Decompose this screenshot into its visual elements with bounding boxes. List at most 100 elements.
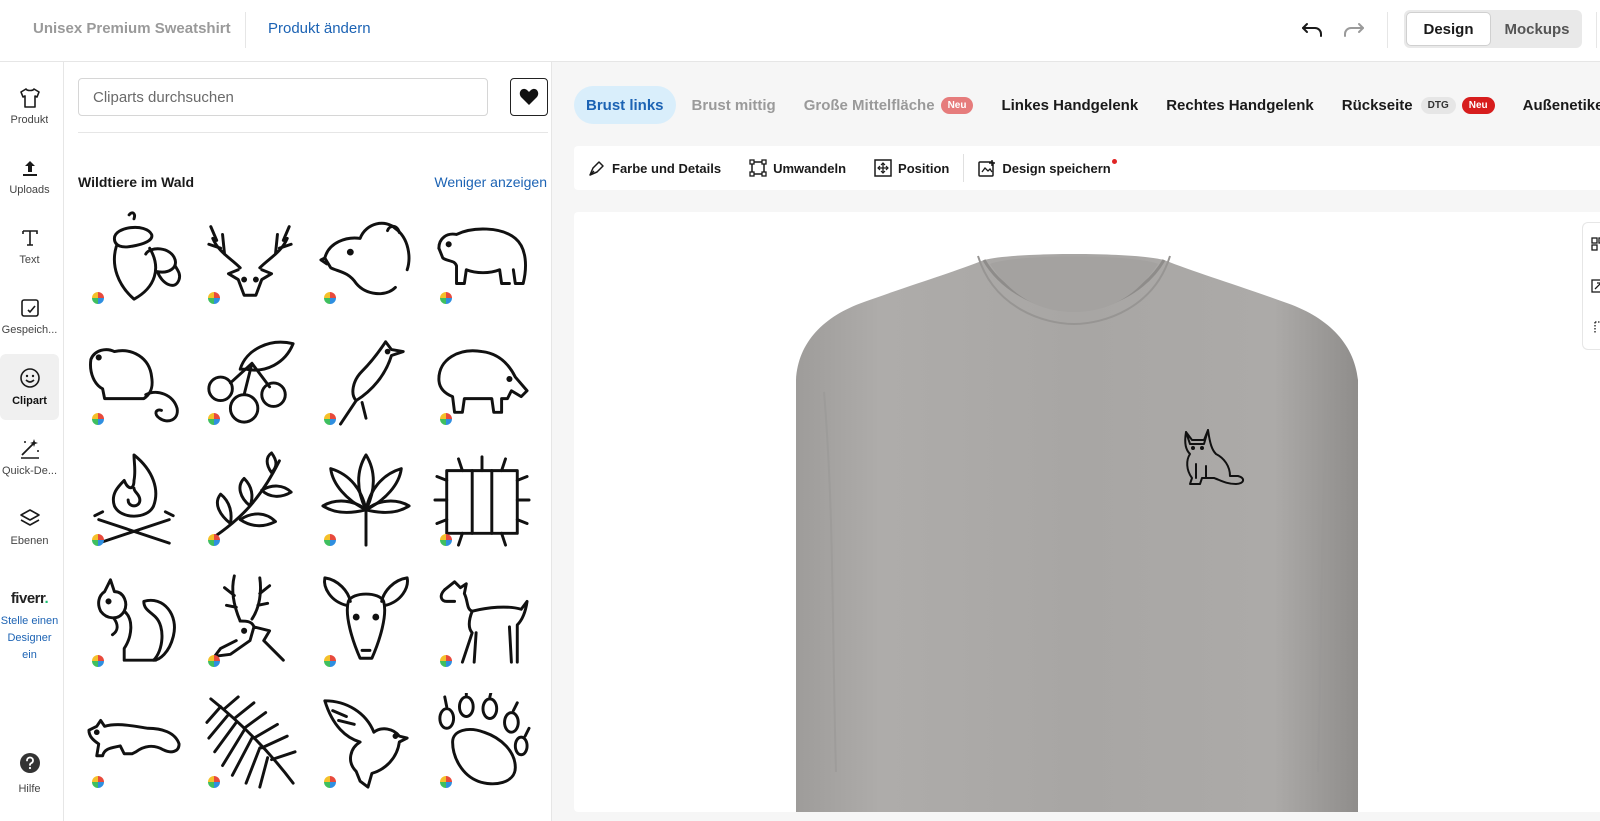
sweatshirt-mockup — [796, 254, 1358, 812]
clipart-grid — [82, 206, 542, 811]
mode-toggle: Design Mockups — [1404, 10, 1582, 48]
rail-item-quick-design[interactable]: Quick-De... — [0, 424, 59, 490]
color-badge-icon — [92, 292, 104, 304]
color-badge-icon — [324, 534, 336, 546]
tab-outer-label[interactable]: Außenetikett — [1511, 86, 1600, 124]
clipart-berries[interactable] — [198, 327, 302, 431]
clipart-acorn[interactable] — [82, 206, 186, 310]
redo-button[interactable] — [1340, 16, 1368, 44]
position-button[interactable]: Position — [860, 146, 963, 190]
clipart-chestnut[interactable] — [430, 448, 534, 552]
color-badge-icon — [440, 655, 452, 667]
rail-item-product[interactable]: Produkt — [0, 74, 59, 140]
undo-icon — [1302, 23, 1322, 37]
clipart-chestnut-leaf[interactable] — [314, 448, 418, 552]
text-icon — [21, 230, 38, 246]
clipart-fern[interactable] — [198, 690, 302, 794]
help-icon — [19, 753, 40, 773]
clipart-bird[interactable] — [314, 327, 418, 431]
clipart-fawn[interactable] — [430, 569, 534, 673]
clipart-deer-face[interactable] — [314, 569, 418, 673]
guides-button[interactable] — [1583, 307, 1600, 349]
color-badge-icon — [208, 655, 220, 667]
color-badge-icon — [440, 413, 452, 425]
tab-right-wrist[interactable]: Rechtes Handgelenk — [1154, 86, 1326, 124]
tab-back[interactable]: Rückseite DTG Neu — [1330, 86, 1507, 124]
clipart-stag[interactable] — [198, 569, 302, 673]
clipart-bear-head[interactable] — [314, 206, 418, 310]
expand-button[interactable] — [1583, 265, 1600, 307]
clipart-paw-print[interactable] — [430, 690, 534, 794]
rail-item-uploads[interactable]: Uploads — [0, 144, 59, 210]
layers-icon — [19, 509, 40, 526]
new-badge: Neu — [1461, 96, 1495, 114]
rail-label: Uploads — [9, 184, 50, 196]
color-badge-icon — [440, 776, 452, 788]
clipart-panel: Wildtiere im Wald Weniger anzeigen — [64, 62, 552, 821]
help-button[interactable]: Hilfe — [0, 752, 59, 795]
canvas-side-tools — [1582, 222, 1600, 350]
design-mode-button[interactable]: Design — [1406, 12, 1491, 46]
tab-center-chest[interactable]: Brust mittig — [680, 86, 788, 124]
fiverr-logo: fiverr. — [10, 590, 49, 607]
rail-item-clipart[interactable]: Clipart — [0, 354, 59, 420]
transform-button[interactable]: Umwandeln — [735, 146, 860, 190]
change-product-link[interactable]: Produkt ändern — [268, 20, 371, 37]
clipart-bear[interactable] — [430, 206, 534, 310]
clipart-marten[interactable] — [82, 690, 186, 794]
rail-item-saved[interactable]: Gespeich... — [0, 284, 59, 350]
new-badge: Neu — [940, 96, 974, 114]
saved-icon — [20, 299, 39, 317]
mockups-mode-button[interactable]: Mockups — [1494, 12, 1580, 46]
color-badge-icon — [324, 413, 336, 425]
grid-icon — [1591, 237, 1600, 251]
rail-label: Text — [19, 254, 40, 266]
sparkle-icon — [20, 439, 39, 459]
clipart-branch[interactable] — [198, 448, 302, 552]
color-badge-icon — [208, 292, 220, 304]
product-canvas — [574, 212, 1600, 812]
show-less-link[interactable]: Weniger anzeigen — [434, 174, 547, 190]
color-details-button[interactable]: Farbe und Details — [574, 146, 735, 190]
redo-icon — [1344, 23, 1364, 37]
color-badge-icon — [324, 655, 336, 667]
product-name: Unisex Premium Sweatshirt — [33, 20, 231, 37]
heart-icon — [519, 88, 539, 105]
clipart-search-input[interactable] — [78, 78, 488, 116]
clipart-squirrel[interactable] — [82, 569, 186, 673]
placement-tabs: Brust links Brust mittig Große Mittelflä… — [574, 86, 1600, 124]
hire-designer-link[interactable]: Stelle einen Designer ein — [0, 613, 59, 664]
save-design-button[interactable]: Design speichern — [964, 146, 1124, 190]
color-badge-icon — [324, 776, 336, 788]
color-badge-icon — [92, 776, 104, 788]
tshirt-icon — [19, 88, 40, 108]
clipart-campfire[interactable] — [82, 448, 186, 552]
fiverr-promo: fiverr. Stelle einen Designer ein — [0, 590, 59, 664]
clipart-boar[interactable] — [430, 327, 534, 431]
color-badge-icon — [324, 292, 336, 304]
tab-large-center[interactable]: Große Mittelfläche Neu — [792, 86, 986, 124]
editor-area: Brust links Brust mittig Große Mittelflä… — [552, 62, 1600, 821]
rail-item-text[interactable]: Text — [0, 214, 59, 280]
clipart-antlers[interactable] — [198, 206, 302, 310]
help-label: Hilfe — [18, 783, 41, 795]
undo-button[interactable] — [1298, 16, 1326, 44]
transform-icon — [749, 159, 767, 177]
divider — [1387, 12, 1388, 48]
upload-icon — [22, 161, 37, 176]
dotted-guides-icon — [1594, 321, 1600, 334]
clipart-beaver[interactable] — [82, 327, 186, 431]
divider — [1596, 12, 1597, 48]
category-title: Wildtiere im Wald — [78, 174, 195, 190]
top-bar: Unisex Premium Sweatshirt Produkt ändern… — [0, 0, 1600, 62]
color-badge-icon — [208, 776, 220, 788]
grid-view-button[interactable] — [1583, 223, 1600, 265]
tab-left-chest[interactable]: Brust links — [574, 86, 676, 124]
color-badge-icon — [208, 413, 220, 425]
favorites-button[interactable] — [510, 78, 548, 116]
rail-label: Clipart — [12, 395, 47, 407]
rail-item-layers[interactable]: Ebenen — [0, 494, 59, 560]
clipart-eagle[interactable] — [314, 690, 418, 794]
rail-label: Produkt — [10, 114, 49, 126]
tab-left-wrist[interactable]: Linkes Handgelenk — [989, 86, 1150, 124]
